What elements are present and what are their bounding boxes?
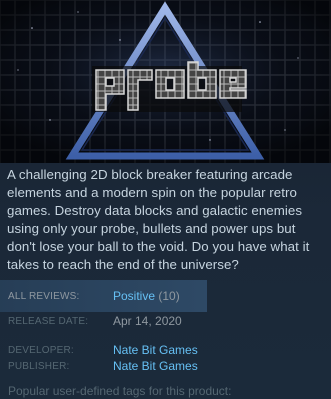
reviews-summary[interactable]: Positive (10) <box>113 289 180 303</box>
review-count: (10) <box>158 289 180 303</box>
game-description: A challenging 2D block breaker featuring… <box>7 167 310 272</box>
release-date-label: RELEASE DATE: <box>8 316 89 327</box>
review-score-positive[interactable]: Positive <box>113 289 155 303</box>
developer-label: DEVELOPER: <box>8 345 74 356</box>
developer-link[interactable]: Nate Bit Games <box>113 343 198 357</box>
probe-logo-art <box>0 0 331 163</box>
reviews-label: ALL REVIEWS: <box>8 291 80 302</box>
game-info-panel: A challenging 2D block breaker featuring… <box>0 0 331 399</box>
release-date-value: Apr 14, 2020 <box>113 314 182 328</box>
game-capsule-image[interactable] <box>0 0 331 163</box>
publisher-link[interactable]: Nate Bit Games <box>113 359 198 373</box>
publisher-label: PUBLISHER: <box>8 361 70 372</box>
tags-heading: Popular user-defined tags for this produ… <box>8 384 232 398</box>
